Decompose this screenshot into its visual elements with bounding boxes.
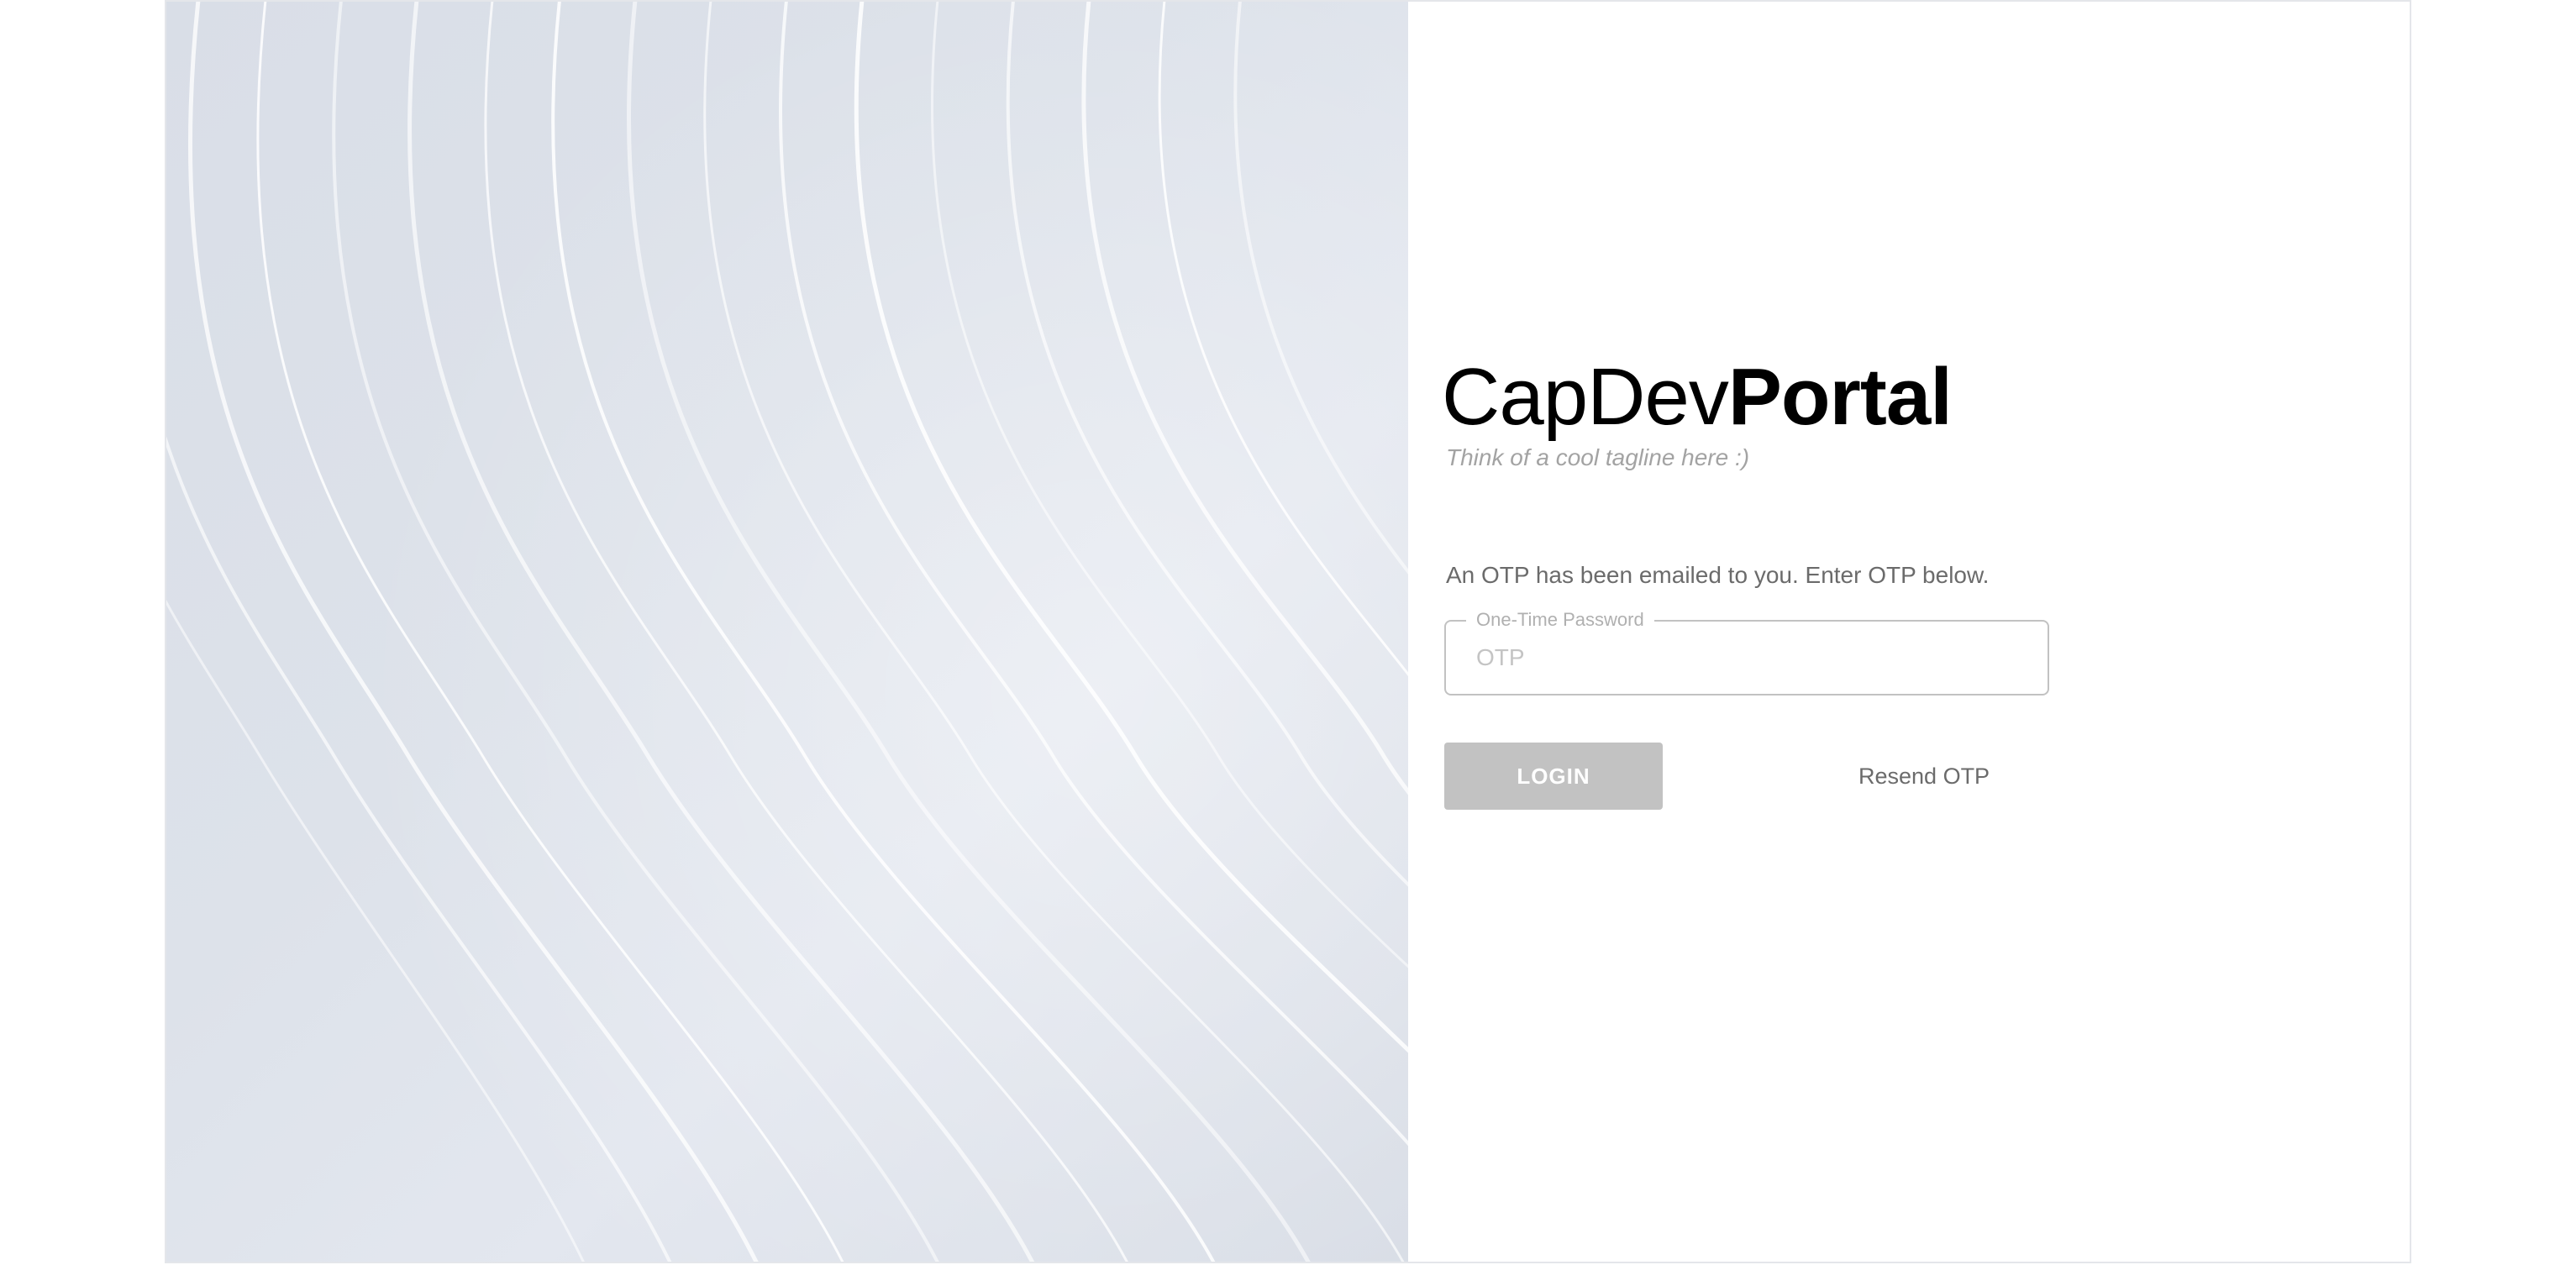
- brand-tagline: Think of a cool tagline here :): [1446, 444, 1750, 470]
- otp-input[interactable]: [1476, 638, 2014, 677]
- login-window: [165, 0, 2411, 1263]
- wave-lines-graphic: [166, 2, 1408, 1262]
- resend-otp-link[interactable]: Resend OTP: [1858, 762, 1990, 790]
- otp-field-label: One-Time Password: [1466, 609, 1654, 631]
- login-button[interactable]: LOGIN: [1444, 743, 1663, 810]
- brand-title-regular: CapDev: [1442, 352, 1729, 442]
- brand-title-bold: Portal: [1727, 352, 1953, 442]
- otp-field[interactable]: One-Time Password: [1444, 609, 2049, 695]
- brand-title: CapDevPortal: [1442, 351, 1953, 444]
- otp-instruction-text: An OTP has been emailed to you. Enter OT…: [1446, 562, 1990, 588]
- hero-background-image: [166, 2, 1408, 1262]
